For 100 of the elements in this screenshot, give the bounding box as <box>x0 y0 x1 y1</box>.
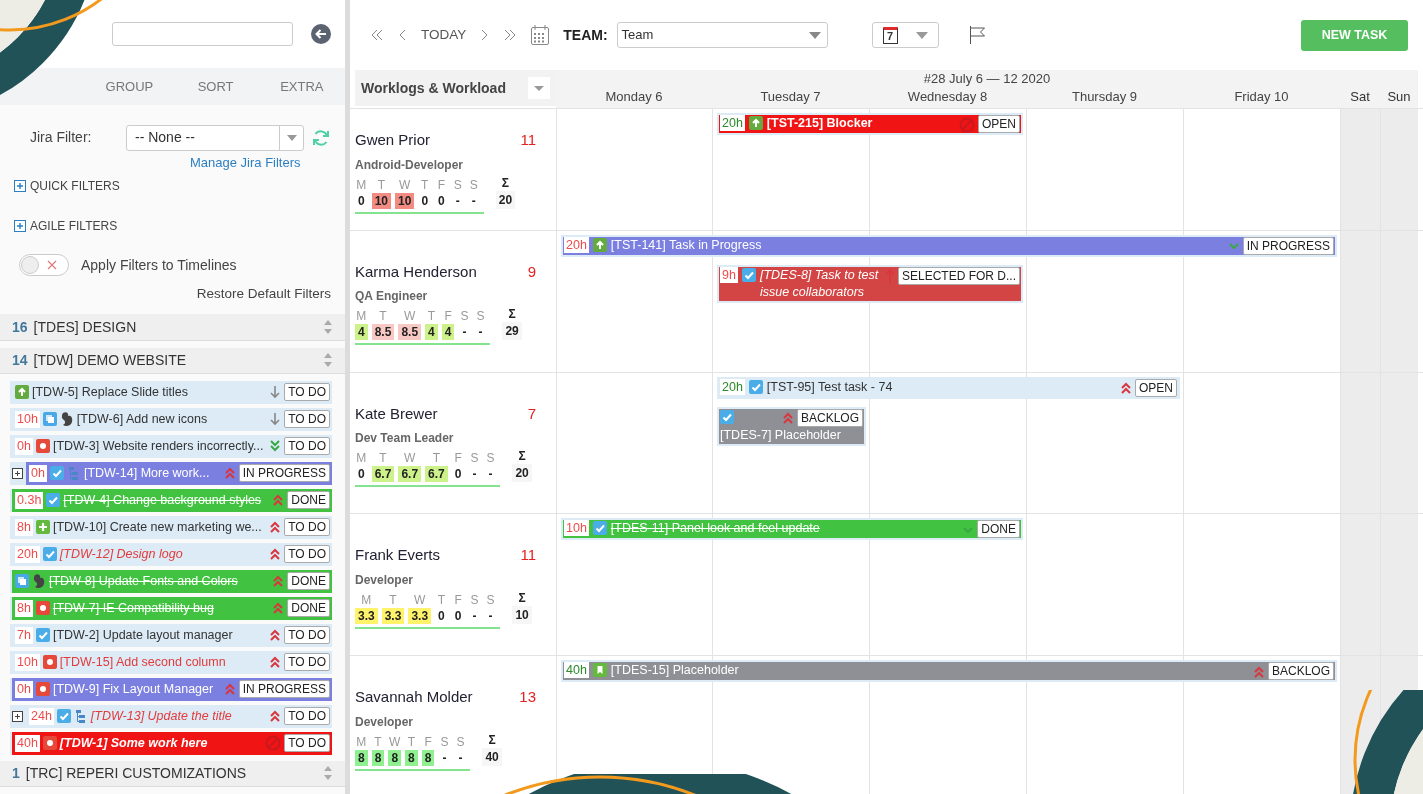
status-tag[interactable]: BACKLOG <box>1267 662 1334 681</box>
group-header[interactable]: 16 [TDES] DESIGN <box>0 314 345 340</box>
today-button[interactable]: TODAY <box>421 24 467 46</box>
task-row[interactable]: 24h [TDW-13] Update the title TO DO <box>26 704 332 728</box>
team-select[interactable]: Team <box>616 22 828 48</box>
status-tag[interactable]: DONE <box>287 491 330 510</box>
tab[interactable]: EXTRA <box>258 76 345 96</box>
task-title[interactable]: [TDW-9] Fix Layout Manager <box>52 679 214 699</box>
task-title[interactable]: [TDW-10] Create new marketing we... <box>52 517 262 537</box>
task-title[interactable]: [TDW-3] Website renders incorrectly... <box>52 436 264 456</box>
hours-value: 4 <box>425 324 438 341</box>
status-tag[interactable]: TO DO <box>284 410 330 429</box>
day-letter: S <box>476 308 485 325</box>
day-letter: W <box>404 450 416 467</box>
filter-section-toggle[interactable]: QUICK FILTERS <box>0 176 126 197</box>
sum-symbol: Σ <box>508 306 516 323</box>
task-title[interactable]: [TDW-14] More work... <box>83 463 210 483</box>
status-tag[interactable]: DONE <box>287 599 330 618</box>
status-tag[interactable]: DONE <box>287 572 330 591</box>
search-field[interactable] <box>112 21 293 46</box>
task-title[interactable]: [TDW-2] Update layout manager <box>52 625 233 645</box>
task-bar[interactable]: 10h [TDES-11] Panel look and feel update DONE <box>561 518 1023 541</box>
date-picker[interactable]: 7 <box>871 22 939 48</box>
dropdown-icon[interactable] <box>528 77 550 99</box>
tab[interactable]: GROUP <box>86 76 173 96</box>
hours-value: 4 <box>441 324 455 341</box>
task-bar[interactable]: 20h [TST-95] Test task - 74 OPEN <box>717 376 1180 399</box>
group-header[interactable]: 14 [TDW] DEMO WEBSITE <box>0 347 345 373</box>
status-tag[interactable]: OPEN <box>1135 378 1177 397</box>
task-row[interactable]: 20h [TDW-12] Design logo TO DO <box>12 542 332 566</box>
chevron-left-icon[interactable] <box>398 28 407 42</box>
task-title[interactable]: [TDW-13] Update the title <box>90 706 232 726</box>
double-chevron-left-icon[interactable] <box>370 28 384 42</box>
toggle-switch[interactable] <box>19 254 69 277</box>
hours-value: 8 <box>355 749 368 766</box>
task-row[interactable]: 40h [TDW-1] Some work here TO DO <box>12 731 332 755</box>
caret-icon <box>808 31 821 39</box>
group-header[interactable]: 1 [TRC] REPERI CUSTOMIZATIONS <box>0 760 345 787</box>
status-tag[interactable]: IN PROGRESS <box>238 464 330 483</box>
task-title[interactable]: [TST-95] Test task - 74 <box>766 378 1116 396</box>
task-title[interactable]: [TDES-8] Task to test issue collaborators <box>759 266 881 301</box>
status-tag[interactable]: TO DO <box>284 383 330 402</box>
day-letter: T <box>437 591 446 608</box>
task-title[interactable]: [TDW-6] Add new icons <box>76 409 208 429</box>
day-letter: M <box>356 308 367 325</box>
status-tag[interactable]: TO DO <box>284 545 330 564</box>
filter-section-toggle[interactable]: AGILE FILTERS <box>0 216 124 237</box>
task-bar[interactable]: 9h [TDES-8] Task to test issue collaborators SELECTED FOR D... <box>717 264 1023 303</box>
task-row[interactable]: [TDW-5] Replace Slide titles TO DO <box>12 380 332 404</box>
task-row[interactable]: 0h [TDW-9] Fix Layout Manager IN PROGRESS <box>12 677 332 701</box>
status-tag[interactable]: TO DO <box>284 518 330 537</box>
hours-label: 24h <box>29 707 54 725</box>
expand-icon[interactable] <box>12 467 23 479</box>
hours-value: 0 <box>453 466 463 483</box>
status-tag[interactable]: TO DO <box>284 437 330 456</box>
status-tag[interactable]: TO DO <box>284 734 330 753</box>
flag-icon[interactable] <box>968 26 986 44</box>
refresh-icon[interactable] <box>312 128 330 147</box>
task-row[interactable]: 8h [TDW-7] IE Compatibility bug DONE <box>12 596 332 620</box>
calendar-icon[interactable] <box>531 25 550 45</box>
sort-icon <box>323 352 333 369</box>
manage-filters-link[interactable]: Manage Jira Filters <box>190 152 301 173</box>
hours-label: 10h <box>564 520 589 537</box>
task-row[interactable]: 10h [TDW-6] Add new icons TO DO <box>12 407 332 431</box>
tab[interactable]: SORT <box>172 76 259 96</box>
status-tag[interactable]: IN PROGRESS <box>238 680 330 699</box>
status-tag[interactable]: IN PROGRESS <box>1242 236 1334 255</box>
task-bar[interactable]: BACKLOG [TDES-7] Placeholder <box>717 406 866 446</box>
person-role: Android-Developer <box>355 156 464 174</box>
task-title[interactable]: [TDW-12] Design logo <box>59 544 183 564</box>
total-hours: 10 <box>512 605 532 624</box>
task-bar[interactable]: 20h [TST-215] Blocker OPEN <box>717 113 1023 135</box>
task-title[interactable]: [TDW-15] Add second column <box>59 652 226 672</box>
status-tag[interactable]: SELECTED FOR D... <box>897 266 1020 285</box>
task-row[interactable]: [TDW-8] Update Fonts and Colors DONE <box>12 569 332 593</box>
task-row[interactable]: 10h [TDW-15] Add second column TO DO <box>12 650 332 674</box>
status-tag[interactable]: TO DO <box>284 707 330 726</box>
day-letter: S <box>469 176 478 193</box>
task-title[interactable]: [TDW-1] Some work here <box>59 733 208 753</box>
filter-select[interactable]: -- None -- <box>126 124 304 151</box>
task-row[interactable]: 8h [TDW-10] Create new marketing we... TO DO <box>12 515 332 539</box>
status-tag[interactable]: BACKLOG <box>796 408 863 427</box>
task-title[interactable]: [TST-215] Blocker <box>766 115 955 132</box>
status-tag[interactable]: OPEN <box>978 115 1020 133</box>
sum-symbol: Σ <box>488 731 496 748</box>
status-tag[interactable]: TO DO <box>284 626 330 645</box>
expand-icon[interactable] <box>12 710 23 722</box>
task-bar[interactable]: 40h [TDES-15] Placeholder BACKLOG <box>561 660 1337 683</box>
double-chevron-right-icon[interactable] <box>503 28 518 42</box>
task-row[interactable]: 0h [TDW-14] More work... IN PROGRESS <box>26 461 332 485</box>
task-bar[interactable]: 20h [TST-141] Task in Progress IN PROGRESS <box>561 234 1337 257</box>
task-title[interactable]: [TDW-5] Replace Slide titles <box>32 382 189 402</box>
status-tag[interactable]: TO DO <box>284 653 330 672</box>
restore-filters-link[interactable]: Restore Default Filters <box>196 284 331 305</box>
task-row[interactable]: 0h [TDW-3] Website renders incorrectly... TO DO <box>12 434 332 458</box>
task-row[interactable]: 7h [TDW-2] Update layout manager TO DO <box>12 623 332 647</box>
chevron-right-icon[interactable] <box>480 28 490 42</box>
status-tag[interactable]: DONE <box>977 520 1020 539</box>
task-title[interactable]: [TST-141] Task in Progress <box>610 236 1224 254</box>
task-row[interactable]: 0.3h [TDW-4] Change background styles DONE <box>12 488 332 512</box>
